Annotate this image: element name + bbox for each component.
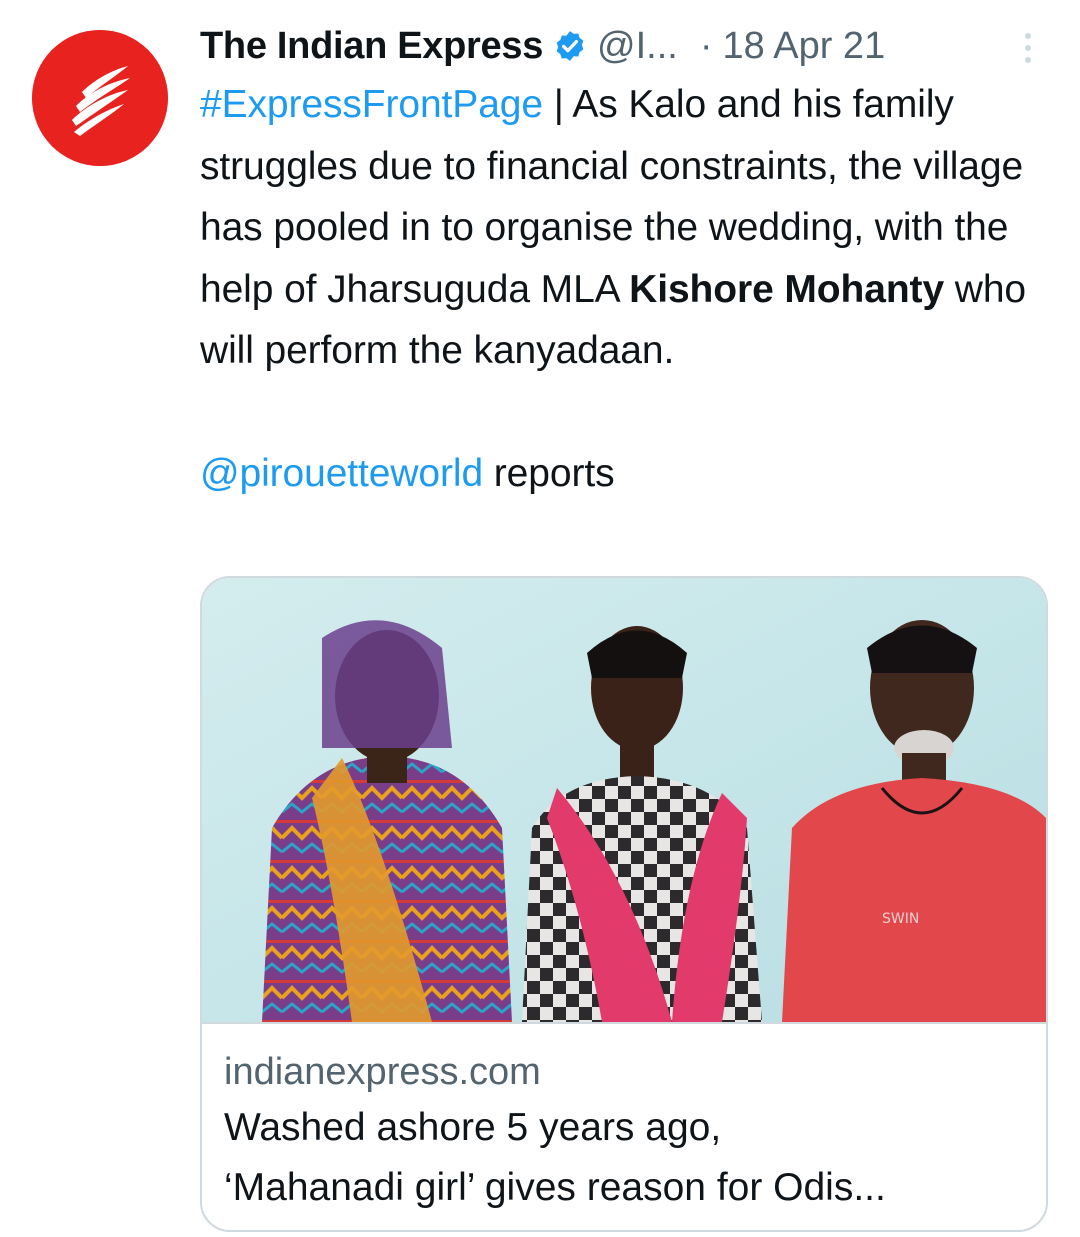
- author-display-name[interactable]: The Indian Express: [200, 18, 543, 74]
- mention-link[interactable]: @pirouetteworld: [200, 452, 483, 495]
- link-card-footer[interactable]: indianexpress.com Washed ashore 5 years …: [202, 1022, 1046, 1230]
- link-card-title-line2: ‘Mahanadi girl’ gives reason for Odis...: [224, 1166, 886, 1209]
- link-card-title-line1: Washed ashore 5 years ago,: [224, 1106, 722, 1149]
- link-card-image[interactable]: SWIN: [202, 578, 1046, 1022]
- tweet-bold-name: Kishore Mohanty: [629, 267, 945, 311]
- tweet-body-paragraph: #ExpressFrontPage | As Kalo and his fami…: [200, 74, 1060, 382]
- link-card-domain: indianexpress.com: [224, 1051, 541, 1093]
- tweet-body: #ExpressFrontPage | As Kalo and his fami…: [200, 74, 1060, 504]
- vertical-more-icon[interactable]: [1020, 28, 1036, 68]
- header-separator: ·: [699, 25, 713, 67]
- verified-badge-icon: [553, 29, 587, 63]
- tweet-header: The Indian Express @I... · 18 Apr 21: [200, 18, 1060, 74]
- tweet-mention-line: @pirouetteworld reports: [200, 443, 1060, 505]
- tweet-date[interactable]: 18 Apr 21: [723, 18, 886, 74]
- hashtag-link[interactable]: #ExpressFrontPage: [200, 83, 543, 126]
- author-handle[interactable]: @I...: [597, 18, 678, 74]
- indian-express-logo-icon: [32, 30, 168, 166]
- mention-suffix: reports: [483, 451, 615, 495]
- avatar[interactable]: [32, 30, 168, 166]
- link-card[interactable]: SWIN indianexpress.com Washed ashore 5 y…: [200, 576, 1048, 1232]
- svg-text:SWIN: SWIN: [882, 911, 919, 927]
